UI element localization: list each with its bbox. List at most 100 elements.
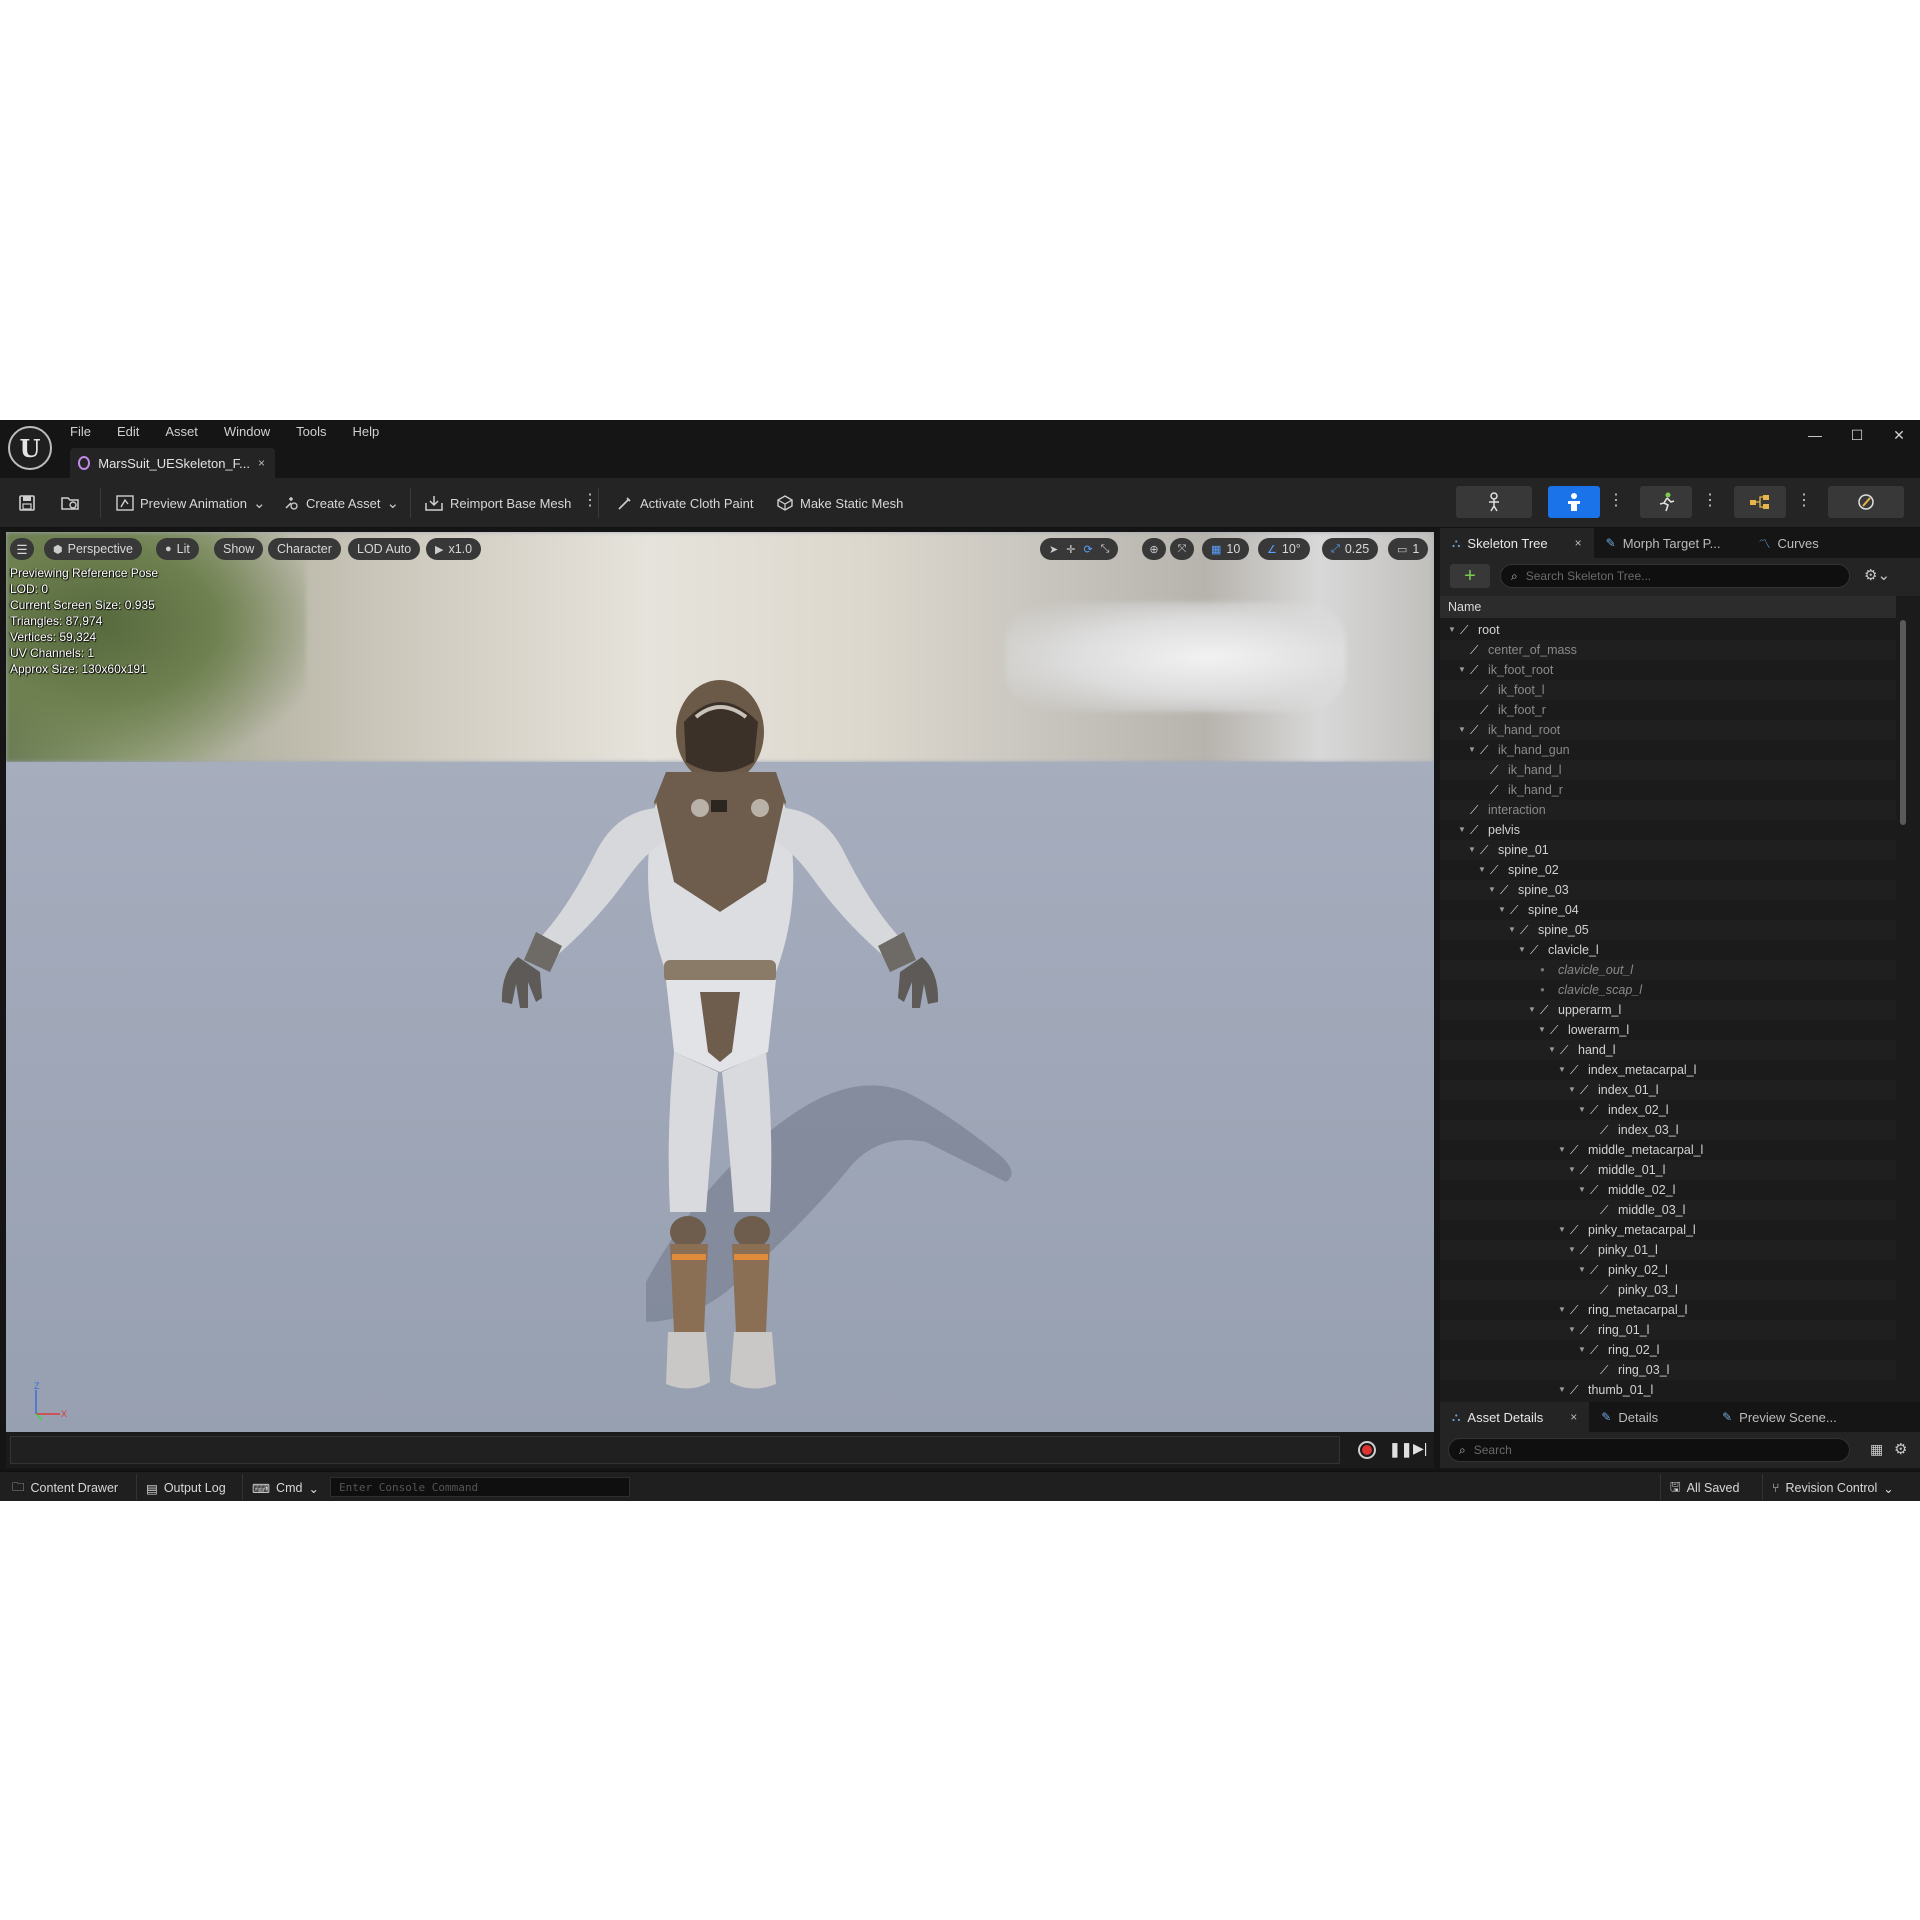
bone-row[interactable]: ▼ ⟋ spine_05 bbox=[1440, 920, 1896, 940]
pause-icon[interactable]: ❚❚ bbox=[1389, 1441, 1412, 1458]
expand-arrow-icon[interactable]: ▼ bbox=[1448, 620, 1458, 640]
expand-arrow-icon[interactable]: ▼ bbox=[1508, 920, 1518, 940]
world-local-toggle[interactable]: ⊕ bbox=[1142, 538, 1166, 560]
lit-button[interactable]: ● Lit bbox=[156, 538, 199, 560]
menu-asset[interactable]: Asset bbox=[165, 424, 198, 439]
expand-arrow-icon[interactable]: ▼ bbox=[1468, 840, 1478, 860]
translate-icon[interactable]: ✛ bbox=[1066, 543, 1075, 556]
select-cursor-icon[interactable]: ➤ bbox=[1049, 543, 1058, 556]
close-window-icon[interactable]: ✕ bbox=[1878, 420, 1920, 450]
unreal-logo-icon[interactable]: U bbox=[8, 426, 52, 470]
reimport-options-icon[interactable]: ⋮ bbox=[582, 490, 598, 510]
bone-row[interactable]: ⟋ ik_hand_r bbox=[1440, 780, 1896, 800]
activate-cloth-paint-button[interactable]: Activate Cloth Paint bbox=[616, 490, 753, 516]
blueprint-mode-button[interactable] bbox=[1734, 486, 1786, 518]
bone-row[interactable]: ⟋ index_03_l bbox=[1440, 1120, 1896, 1140]
revision-control-dropdown[interactable]: ⑂ Revision Control ⌄ bbox=[1772, 1478, 1894, 1498]
skeleton-search-field[interactable]: ⌕ bbox=[1500, 564, 1850, 588]
step-forward-icon[interactable]: ▶| bbox=[1413, 1440, 1427, 1457]
bone-row[interactable]: ▼ ⟋ root bbox=[1440, 620, 1896, 640]
tree-settings-button[interactable]: ⚙⌄ bbox=[1864, 566, 1890, 584]
save-button[interactable] bbox=[18, 490, 36, 516]
bone-row[interactable]: ▼ ⟋ pinky_metacarpal_l bbox=[1440, 1220, 1896, 1240]
bone-row[interactable]: ▼ ⟋ ik_foot_root bbox=[1440, 660, 1896, 680]
bone-row[interactable]: ⟋ ik_foot_r bbox=[1440, 700, 1896, 720]
skeleton-mode-button[interactable] bbox=[1456, 486, 1532, 518]
reimport-base-mesh-button[interactable]: Reimport Base Mesh bbox=[424, 490, 571, 516]
skeleton-tree-list[interactable]: ▼ ⟋ root ⟋ center_of_mass ▼ ⟋ ik_foot_root ⟋ ik_f… bbox=[1440, 620, 1896, 1402]
expand-arrow-icon[interactable]: ▼ bbox=[1568, 1320, 1578, 1340]
bone-row[interactable]: ▼ ⟋ hand_l bbox=[1440, 1040, 1896, 1060]
menu-tools[interactable]: Tools bbox=[296, 424, 326, 439]
details-search-field[interactable]: ⌕ bbox=[1448, 1438, 1850, 1462]
bone-row[interactable]: ▼ ⟋ index_metacarpal_l bbox=[1440, 1060, 1896, 1080]
bone-row[interactable]: ⟋ pinky_03_l bbox=[1440, 1280, 1896, 1300]
expand-arrow-icon[interactable]: ▼ bbox=[1558, 1220, 1568, 1240]
add-socket-button[interactable]: + bbox=[1450, 564, 1490, 588]
bone-row[interactable]: ▼ ⟋ clavicle_l bbox=[1440, 940, 1896, 960]
blueprint-mode-options-icon[interactable]: ⋮ bbox=[1796, 490, 1812, 510]
maximize-icon[interactable]: ☐ bbox=[1836, 420, 1878, 450]
scale-icon[interactable]: ⤡ bbox=[1101, 543, 1110, 556]
mesh-mode-options-icon[interactable]: ⋮ bbox=[1608, 490, 1624, 510]
document-tab[interactable]: MarsSuit_UESkeleton_F... × bbox=[70, 448, 275, 478]
preview-viewport[interactable]: ☰ ⬢ Perspective ● Lit Show Character LOD A… bbox=[6, 532, 1434, 1432]
gear-icon[interactable]: ⚙ bbox=[1894, 1440, 1907, 1458]
bone-row[interactable]: ▼ ⟋ index_02_l bbox=[1440, 1100, 1896, 1120]
details-search-input[interactable] bbox=[1473, 1443, 1774, 1457]
expand-arrow-icon[interactable]: ▼ bbox=[1458, 820, 1468, 840]
bone-row[interactable]: ▼ ⟋ ring_01_l bbox=[1440, 1320, 1896, 1340]
bone-row[interactable]: ▼ ⟋ spine_02 bbox=[1440, 860, 1896, 880]
expand-arrow-icon[interactable]: ▼ bbox=[1578, 1180, 1588, 1200]
rotate-icon[interactable]: ⟳ bbox=[1083, 543, 1092, 556]
expand-arrow-icon[interactable]: ▼ bbox=[1458, 660, 1468, 680]
tab-preview-scene[interactable]: ✎ Preview Scene... bbox=[1710, 1402, 1849, 1432]
bone-row[interactable]: ▼ ⟋ pinky_02_l bbox=[1440, 1260, 1896, 1280]
tab-details[interactable]: ✎ Details bbox=[1589, 1402, 1670, 1432]
bone-row[interactable]: ▼ ⟋ spine_03 bbox=[1440, 880, 1896, 900]
close-tab-icon[interactable]: × bbox=[1570, 1410, 1577, 1424]
bone-row[interactable]: ▼ ⟋ spine_04 bbox=[1440, 900, 1896, 920]
surface-snap-toggle[interactable]: ⤧ bbox=[1170, 538, 1194, 560]
grid-snap-button[interactable]: ▦ 10 bbox=[1202, 538, 1250, 560]
camera-speed-button[interactable]: ▭ 1 bbox=[1388, 538, 1429, 560]
bone-row[interactable]: ▼ ⟋ thumb_01_l bbox=[1440, 1380, 1896, 1400]
expand-arrow-icon[interactable]: ▼ bbox=[1538, 1020, 1548, 1040]
bone-row[interactable]: ⟋ middle_03_l bbox=[1440, 1200, 1896, 1220]
lod-button[interactable]: LOD Auto bbox=[348, 538, 421, 560]
expand-arrow-icon[interactable]: ▼ bbox=[1558, 1140, 1568, 1160]
preview-animation-dropdown[interactable]: Preview Animation ⌄ bbox=[116, 490, 266, 516]
expand-arrow-icon[interactable]: ▼ bbox=[1578, 1340, 1588, 1360]
bone-row[interactable]: ▼ ⟋ ring_metacarpal_l bbox=[1440, 1300, 1896, 1320]
bone-row[interactable]: ● clavicle_scap_l bbox=[1440, 980, 1896, 1000]
tab-curves[interactable]: 〽 Curves bbox=[1747, 528, 1831, 558]
expand-arrow-icon[interactable]: ▼ bbox=[1558, 1380, 1568, 1400]
expand-arrow-icon[interactable]: ▼ bbox=[1558, 1300, 1568, 1320]
console-command-field[interactable] bbox=[330, 1477, 630, 1497]
content-drawer-button[interactable]: 🗀 Content Drawer bbox=[12, 1478, 118, 1498]
close-tab-icon[interactable]: × bbox=[258, 456, 265, 470]
expand-arrow-icon[interactable]: ▼ bbox=[1528, 1000, 1538, 1020]
perspective-button[interactable]: ⬢ Perspective bbox=[44, 538, 142, 560]
skeleton-search-input[interactable] bbox=[1525, 569, 1826, 583]
bone-row[interactable]: ⟋ ik_hand_l bbox=[1440, 760, 1896, 780]
bone-row[interactable]: ▼ ⟋ middle_01_l bbox=[1440, 1160, 1896, 1180]
rotation-snap-button[interactable]: ∠ 10° bbox=[1258, 538, 1310, 560]
expand-arrow-icon[interactable]: ▼ bbox=[1568, 1160, 1578, 1180]
expand-arrow-icon[interactable]: ▼ bbox=[1568, 1240, 1578, 1260]
timeline-track[interactable] bbox=[10, 1436, 1340, 1464]
expand-arrow-icon[interactable]: ▼ bbox=[1468, 740, 1478, 760]
bone-row[interactable]: ▼ ⟋ index_01_l bbox=[1440, 1080, 1896, 1100]
all-saved-button[interactable]: 🖫 All Saved bbox=[1670, 1478, 1739, 1498]
tab-morph-target-preview[interactable]: ✎ Morph Target P... bbox=[1594, 528, 1733, 558]
scale-snap-button[interactable]: ⤢ 0.25 bbox=[1322, 538, 1379, 560]
menu-edit[interactable]: Edit bbox=[117, 424, 139, 439]
bone-row[interactable]: ▼ ⟋ upperarm_l bbox=[1440, 1000, 1896, 1020]
physics-mode-button[interactable] bbox=[1828, 486, 1904, 518]
expand-arrow-icon[interactable]: ▼ bbox=[1498, 900, 1508, 920]
bone-row[interactable]: ⟋ interaction bbox=[1440, 800, 1896, 820]
browse-asset-button[interactable] bbox=[60, 490, 80, 516]
bone-row[interactable]: ▼ ⟋ pinky_01_l bbox=[1440, 1240, 1896, 1260]
output-log-button[interactable]: ▤ Output Log bbox=[146, 1478, 226, 1498]
tree-column-header[interactable]: Name bbox=[1440, 596, 1896, 618]
